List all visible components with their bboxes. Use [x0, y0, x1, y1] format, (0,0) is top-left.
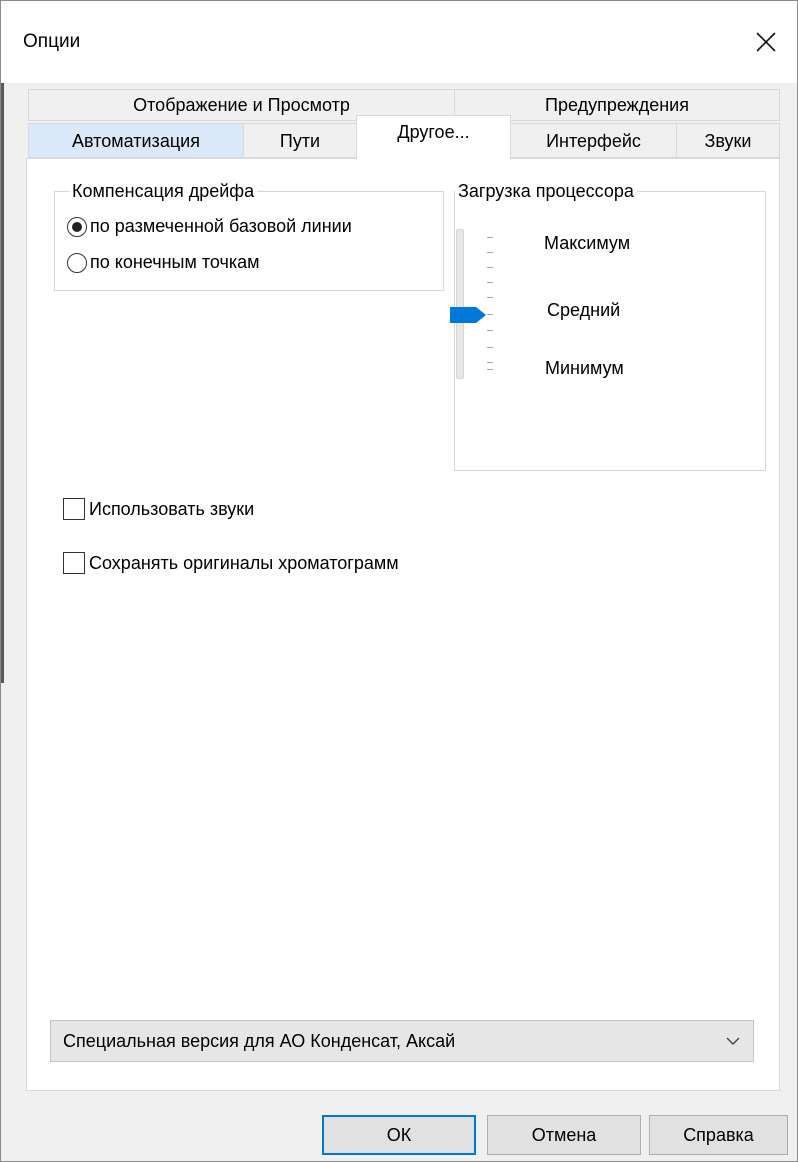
radio-baseline-label: по размеченной базовой линии [90, 216, 352, 236]
edition-dropdown-value: Специальная версия для АО Конденсат, Акс… [63, 1030, 456, 1051]
cpu-max-label: Максимум [544, 233, 631, 253]
slider-tick [487, 297, 493, 298]
tab-label: Автоматизация [72, 131, 200, 151]
close-button[interactable] [735, 1, 797, 83]
options-dialog: Опции Отображение и Просмотр Предупрежде… [0, 0, 798, 1162]
window-title: Опции [23, 31, 81, 52]
slider-tick [487, 252, 493, 253]
cpu-load-legend: Загрузка процессора [458, 181, 634, 201]
tab-interface[interactable]: Интерфейс [510, 123, 677, 158]
radio-endpoints[interactable]: по конечным точкам [67, 252, 260, 273]
cancel-button[interactable]: Отмена [487, 1115, 641, 1155]
slider-tick [487, 282, 493, 283]
tab-sounds[interactable]: Звуки [676, 123, 780, 158]
slider-tick [487, 237, 493, 238]
slider-tick [487, 347, 493, 348]
slider-tick [487, 267, 493, 268]
radio-baseline[interactable]: по размеченной базовой линии [67, 216, 352, 237]
save-originals-label: Сохранять оригиналы хроматограмм [89, 552, 399, 573]
title-bar: Опции [1, 1, 797, 83]
save-originals-checkbox-row[interactable]: Сохранять оригиналы хроматограмм [63, 552, 399, 574]
tab-label: Другое... [397, 122, 470, 142]
slider-tick [487, 362, 493, 363]
close-icon [756, 32, 776, 52]
use-sounds-label: Использовать звуки [89, 498, 255, 519]
slider-thumb[interactable] [448, 305, 488, 325]
tab-label: Пути [279, 131, 321, 151]
tab-label: Предупреждения [545, 95, 689, 115]
slider-track[interactable] [456, 229, 464, 379]
save-originals-checkbox[interactable] [63, 552, 85, 574]
slider-tick [487, 369, 493, 370]
radio-button[interactable] [67, 216, 87, 237]
window-edge [1, 83, 4, 683]
tab-other[interactable]: Другое... [356, 115, 511, 160]
radio-button[interactable] [67, 252, 87, 273]
tab-label: Отображение и Просмотр [133, 95, 350, 115]
cpu-mid-label: Средний [547, 300, 621, 320]
edition-dropdown[interactable]: Специальная версия для АО Конденсат, Акс… [50, 1020, 754, 1062]
drift-compensation-legend: Компенсация дрейфа [72, 181, 255, 201]
tab-label: Интерфейс [546, 131, 641, 151]
ok-button[interactable]: ОК [322, 1115, 476, 1155]
tab-paths[interactable]: Пути [243, 123, 357, 158]
cpu-min-label: Минимум [545, 358, 624, 378]
tab-automation[interactable]: Автоматизация [28, 123, 244, 158]
help-button[interactable]: Справка [649, 1115, 788, 1155]
use-sounds-checkbox[interactable] [63, 498, 85, 520]
use-sounds-checkbox-row[interactable]: Использовать звуки [63, 498, 254, 520]
cpu-load-group: Загрузка процессора [454, 181, 766, 471]
radio-selected-dot [72, 221, 82, 232]
slider-tick [487, 330, 493, 331]
radio-endpoints-label: по конечным точкам [90, 252, 260, 272]
tab-label: Звуки [704, 131, 752, 151]
chevron-down-icon [713, 1036, 753, 1046]
